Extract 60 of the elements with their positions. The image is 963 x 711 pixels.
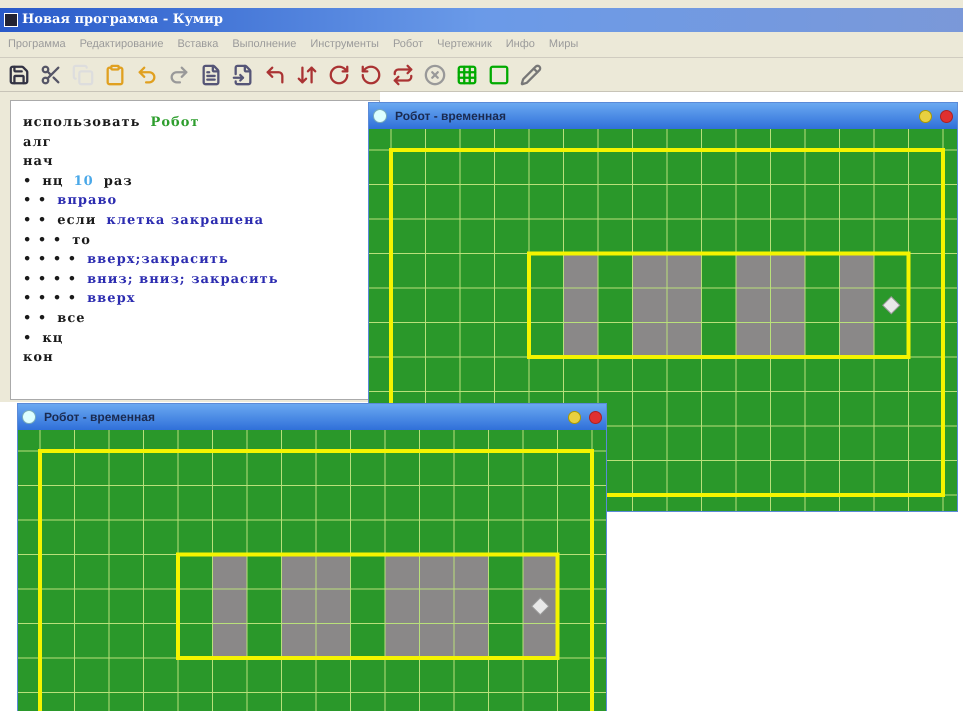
redo-icon[interactable] [168,64,190,86]
menu-item[interactable]: Вставка [177,36,218,53]
rotate-icon[interactable] [328,64,350,86]
menu-item[interactable]: Программа [8,36,66,53]
indent-marks: • [23,330,32,348]
indent-marks: • • • • [23,251,78,270]
code-token: вверх;закрасить [87,251,229,270]
window-title: Новая программа - Кумир [22,11,223,30]
menu-item[interactable]: Инструменты [310,36,379,53]
indent-marks: • • [23,310,48,328]
stop-icon[interactable] [424,64,446,86]
code-token: использовать [23,114,141,132]
loop-icon[interactable] [392,64,414,86]
menu-item[interactable]: Редактирование [80,36,164,53]
indent-marks: • • • • [23,270,78,289]
code-token: раз [104,172,133,191]
minimize-button[interactable] [568,410,581,424]
rotate-icon[interactable] [360,64,382,86]
app-icon [4,13,18,27]
code-token: вверх [87,290,136,308]
indent-marks: • • • • [23,290,78,308]
indent-marks: • [23,172,32,191]
window-menu-icon[interactable] [373,109,387,123]
code-token: вниз; вниз; закрасить [87,270,279,289]
close-button[interactable] [940,110,953,122]
code-token: нач [23,153,54,172]
window-title: Робот - временная [395,108,506,125]
code-token: то [72,232,91,250]
window-title: Робот - временная [44,409,155,426]
window-menu-icon[interactable] [22,410,36,424]
scissors-icon[interactable] [40,64,62,86]
code-editor[interactable]: использовать Робот алг нач • нц 10 раз • • вправо • • если клетка закрашена • • • то • • • • вверх;закрасить • • • • вниз; вниз; закрасить • • • • вверх • • все • кц кон [10,100,380,400]
indent-marks: • • [23,192,48,210]
menu-item[interactable]: Робот [392,36,424,53]
menu-item[interactable]: Выполнение [232,36,296,53]
document-icon[interactable] [232,64,254,86]
code-token: алг [23,134,52,152]
code-token: Робот [150,114,200,132]
indent-marks: • • • [23,232,62,250]
code-token: кон [23,349,54,368]
save-icon[interactable] [8,64,30,86]
minimize-button[interactable] [919,110,932,122]
clipboard-icon[interactable] [104,64,126,86]
menu-item[interactable]: Миры [548,36,578,53]
code-token: кц [42,330,64,348]
document-icon[interactable] [200,64,222,86]
code-token: 10 [74,172,94,191]
field-icon[interactable] [488,64,510,86]
close-button[interactable] [589,410,602,424]
menu-item[interactable]: Инфо [506,36,535,53]
code-token: нц [42,172,64,191]
pencil-icon[interactable] [520,64,542,86]
code-token: вправо [57,192,118,210]
code-token: если [57,212,96,230]
menu-item[interactable]: Чертежник [437,36,492,53]
code-token: клетка закрашена [106,212,264,230]
code-token: все [57,310,86,328]
undo-icon[interactable] [136,64,158,86]
grid-icon[interactable] [456,64,478,86]
indent-marks: • • [23,212,48,230]
